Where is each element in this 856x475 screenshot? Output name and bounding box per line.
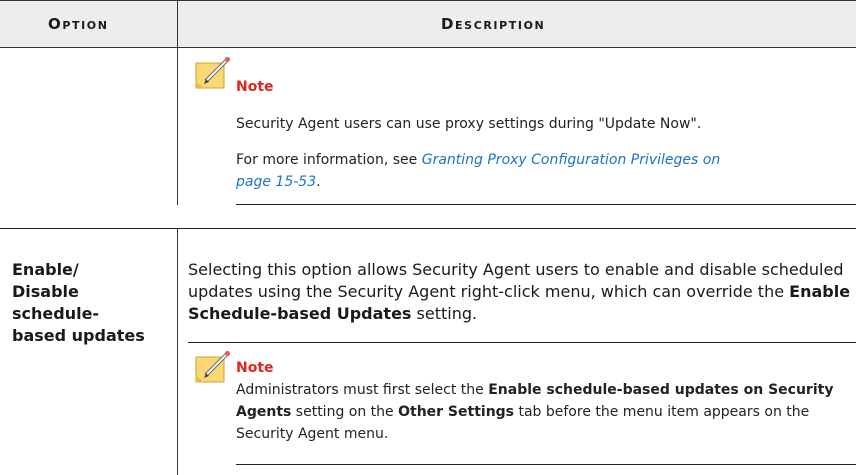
note-top-rule xyxy=(188,342,856,343)
note-title: Note xyxy=(236,79,274,95)
note-pencil-icon xyxy=(195,351,230,383)
note-bottom-rule xyxy=(236,204,856,205)
column-divider xyxy=(177,1,178,47)
row-divider xyxy=(0,228,856,229)
note-text: Security Agent users can use proxy setti… xyxy=(236,116,702,132)
option-description: Selecting this option allows Security Ag… xyxy=(188,260,851,323)
note-more-suffix: . xyxy=(316,174,321,190)
table-header-row: Option Description xyxy=(0,0,856,48)
page-reference-link[interactable]: page 15-53 xyxy=(236,174,316,190)
column-header-option: Option xyxy=(48,15,109,33)
note-more-prefix: For more information, see xyxy=(236,152,422,168)
column-divider xyxy=(177,48,178,205)
option-label: Enable/ Disable schedule- based updates xyxy=(12,260,145,345)
note-more-info: For more information, see Granting Proxy… xyxy=(236,149,856,193)
note-text: Administrators must first select the Ena… xyxy=(236,382,834,442)
column-header-description: Description xyxy=(441,15,546,33)
column-divider xyxy=(177,228,178,475)
note-bottom-rule xyxy=(236,464,856,465)
note-pencil-icon xyxy=(195,57,230,89)
note-title: Note xyxy=(236,360,274,376)
granting-proxy-link[interactable]: Granting Proxy Configuration Privileges … xyxy=(422,152,721,168)
